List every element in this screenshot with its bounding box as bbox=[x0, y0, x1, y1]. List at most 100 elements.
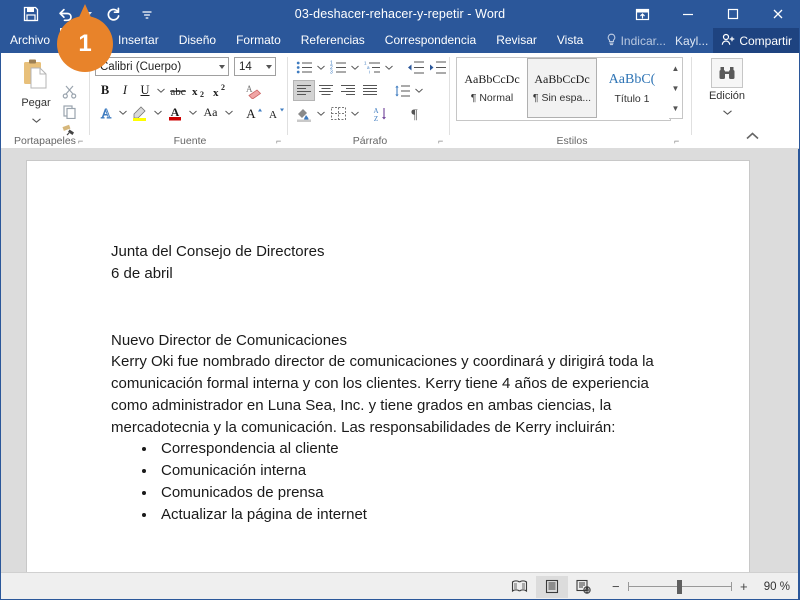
document-canvas[interactable]: Junta del Consejo de Directores 6 de abr… bbox=[1, 148, 798, 572]
read-mode-button[interactable] bbox=[504, 576, 536, 598]
font-size-caret-icon[interactable] bbox=[266, 65, 272, 69]
tab-vista[interactable]: Vista bbox=[547, 28, 593, 53]
multilevel-list-button[interactable]: 1ai bbox=[361, 57, 383, 78]
maximize-icon[interactable] bbox=[710, 0, 755, 28]
close-icon[interactable] bbox=[755, 0, 800, 28]
italic-button[interactable]: I bbox=[115, 80, 135, 101]
line-spacing-caret-icon[interactable] bbox=[413, 80, 425, 101]
zoom-in-button[interactable]: + bbox=[738, 579, 750, 594]
increase-indent-button[interactable] bbox=[426, 57, 448, 78]
binoculars-icon bbox=[711, 58, 743, 88]
tab-diseno[interactable]: Diseño bbox=[169, 28, 226, 53]
text-effects-button[interactable]: A bbox=[95, 102, 117, 123]
show-formatting-marks-button[interactable]: ¶ bbox=[403, 103, 425, 124]
ribbon-display-options-icon[interactable] bbox=[620, 0, 665, 28]
styles-more-icon[interactable]: ▼ bbox=[670, 99, 682, 117]
numbering-caret-icon[interactable] bbox=[349, 57, 361, 78]
editing-dropdown-caret-icon[interactable] bbox=[706, 102, 748, 120]
font-name-combobox[interactable]: Calibri (Cuerpo) bbox=[95, 57, 229, 76]
print-layout-button[interactable] bbox=[535, 575, 568, 598]
collapse-ribbon-icon[interactable] bbox=[746, 132, 759, 144]
font-buttons-row-1: B I U abc x2 x2 A bbox=[95, 80, 265, 101]
tab-formato[interactable]: Formato bbox=[226, 28, 291, 53]
align-center-button[interactable] bbox=[315, 80, 337, 101]
paste-button[interactable]: Pegar bbox=[10, 57, 62, 128]
zoom-out-button[interactable]: − bbox=[610, 579, 622, 594]
font-size-combobox[interactable]: 14 bbox=[234, 57, 276, 76]
bold-button[interactable]: B bbox=[95, 80, 115, 101]
align-right-button[interactable] bbox=[337, 80, 359, 101]
document-body[interactable]: Junta del Consejo de Directores 6 de abr… bbox=[111, 241, 681, 572]
underline-caret-icon[interactable] bbox=[155, 80, 166, 101]
bullets-caret-icon[interactable] bbox=[315, 57, 327, 78]
editing-button[interactable]: Edición bbox=[706, 58, 748, 120]
highlight-color-button[interactable] bbox=[128, 102, 152, 123]
paragraph-buttons-row-2 bbox=[293, 80, 425, 101]
borders-button[interactable] bbox=[327, 103, 349, 124]
paragraph-buttons-row-3: AZ ¶ bbox=[293, 103, 425, 124]
zoom-level-label[interactable]: 90 % bbox=[764, 581, 790, 593]
style-normal[interactable]: AaBbCcDc ¶ Normal bbox=[457, 58, 527, 118]
tab-referencias[interactable]: Referencias bbox=[291, 28, 375, 53]
cut-icon[interactable] bbox=[58, 81, 80, 101]
line-spacing-button[interactable] bbox=[391, 80, 413, 101]
paragraph-dialog-launcher-icon[interactable]: ⌐ bbox=[438, 136, 448, 146]
svg-text:A: A bbox=[373, 107, 378, 115]
superscript-button[interactable]: x2 bbox=[210, 80, 231, 101]
highlight-color-caret-icon[interactable] bbox=[152, 102, 163, 123]
heading-line-2: 6 de abril bbox=[111, 264, 173, 282]
style-titulo-1[interactable]: AaBbC( Título 1 bbox=[597, 58, 667, 118]
list-item: Comunicación interna bbox=[157, 460, 681, 482]
borders-caret-icon[interactable] bbox=[349, 103, 361, 124]
subscript-button[interactable]: x2 bbox=[189, 80, 210, 101]
shrink-font-button[interactable]: A bbox=[265, 102, 287, 123]
sort-button[interactable]: AZ bbox=[371, 103, 393, 124]
styles-dialog-launcher-icon[interactable]: ⌐ bbox=[674, 136, 684, 146]
shading-button[interactable] bbox=[293, 103, 315, 124]
lightbulb-icon bbox=[606, 33, 617, 49]
font-dialog-launcher-icon[interactable]: ⌐ bbox=[276, 136, 286, 146]
shading-caret-icon[interactable] bbox=[315, 103, 327, 124]
text-effects-caret-icon[interactable] bbox=[117, 102, 128, 123]
tab-insertar[interactable]: Insertar bbox=[108, 28, 169, 53]
web-layout-button[interactable] bbox=[568, 576, 600, 598]
share-label: Compartir bbox=[739, 33, 792, 48]
zoom-tick bbox=[627, 581, 629, 591]
clear-formatting-button[interactable]: A bbox=[241, 80, 265, 101]
grow-font-button[interactable]: A bbox=[243, 102, 265, 123]
change-case-caret-icon[interactable] bbox=[223, 102, 234, 123]
person-add-icon bbox=[721, 33, 735, 49]
font-color-button[interactable]: A bbox=[163, 102, 187, 123]
svg-text:3: 3 bbox=[330, 70, 333, 76]
underline-button[interactable]: U bbox=[135, 80, 155, 101]
tell-me-box[interactable]: Indicar... bbox=[602, 33, 670, 49]
tab-archivo[interactable]: Archivo bbox=[0, 28, 60, 53]
list-item: Actualizar la página de internet bbox=[157, 504, 681, 526]
styles-scroll-up-icon[interactable]: ▲ bbox=[670, 59, 682, 77]
ribbon-tab-bar: Archivo Inicio Insertar Diseño Formato R… bbox=[0, 28, 800, 53]
strikethrough-button[interactable]: abc bbox=[166, 80, 189, 101]
copy-icon[interactable] bbox=[58, 101, 80, 121]
paste-dropdown-caret-icon[interactable] bbox=[10, 110, 62, 128]
align-left-button[interactable] bbox=[293, 80, 315, 101]
multilevel-list-caret-icon[interactable] bbox=[383, 57, 395, 78]
styles-scroll-down-icon[interactable]: ▼ bbox=[670, 79, 682, 97]
change-case-button[interactable]: Aa bbox=[198, 102, 223, 123]
font-color-caret-icon[interactable] bbox=[187, 102, 198, 123]
justify-button[interactable] bbox=[359, 80, 381, 101]
decrease-indent-button[interactable] bbox=[404, 57, 426, 78]
user-name-label[interactable]: Kayl... bbox=[670, 34, 713, 48]
clipboard-dialog-launcher-icon[interactable]: ⌐ bbox=[78, 136, 88, 146]
font-name-caret-icon[interactable] bbox=[219, 65, 225, 69]
numbering-button[interactable]: 123 bbox=[327, 57, 349, 78]
tab-revisar[interactable]: Revisar bbox=[486, 28, 547, 53]
minimize-icon[interactable] bbox=[665, 0, 710, 28]
share-button[interactable]: Compartir bbox=[713, 28, 800, 53]
zoom-control: − + 90 % bbox=[610, 579, 790, 594]
zoom-slider[interactable] bbox=[627, 579, 732, 594]
document-page[interactable]: Junta del Consejo de Directores 6 de abr… bbox=[27, 161, 749, 572]
style-sin-espaciado[interactable]: AaBbCcDc ¶ Sin espa... bbox=[527, 58, 597, 118]
bullets-button[interactable] bbox=[293, 57, 315, 78]
tab-correspondencia[interactable]: Correspondencia bbox=[375, 28, 486, 53]
zoom-slider-handle[interactable] bbox=[676, 579, 682, 594]
